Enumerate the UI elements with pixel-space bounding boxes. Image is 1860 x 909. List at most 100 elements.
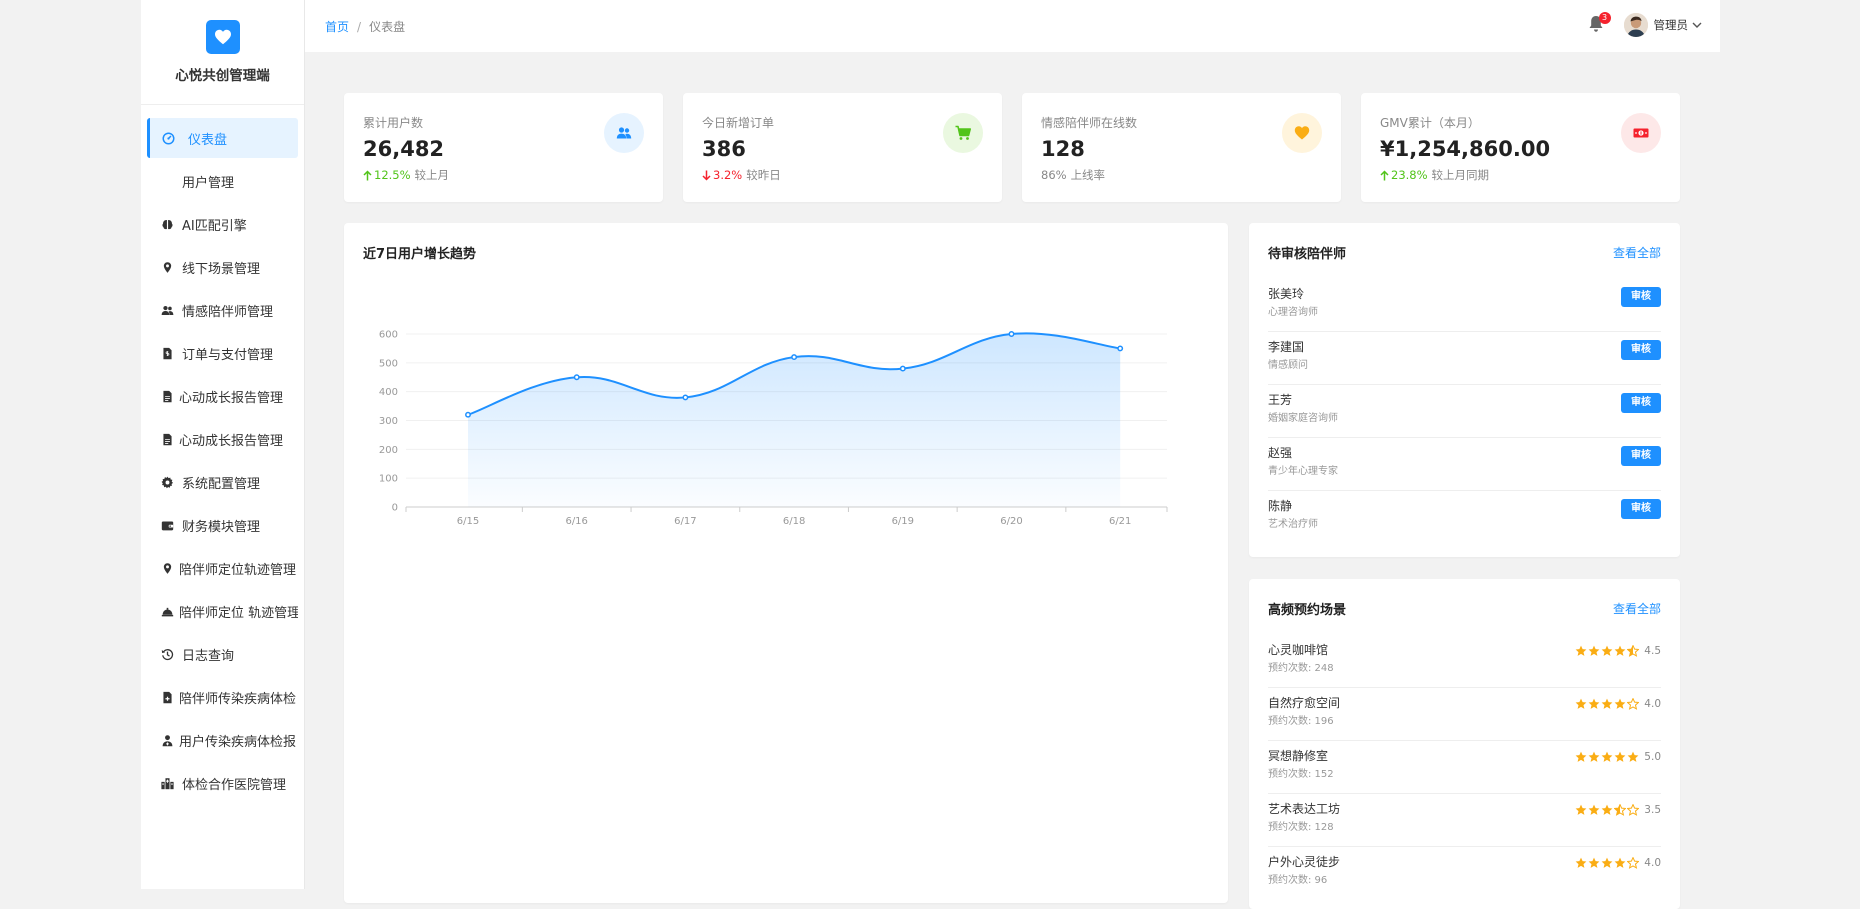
- star-icon: [1588, 857, 1600, 868]
- stat-card: 今日新增订单 386 3.2% 较昨日: [683, 93, 1002, 202]
- sidebar-item-13[interactable]: 日志查询: [147, 634, 298, 674]
- sidebar-item-label: 用户传染疾病体检报: [179, 734, 297, 750]
- sidebar-item-label: 仪表盘: [188, 132, 228, 148]
- pending-title: 待审核陪伴师: [1268, 247, 1347, 262]
- reviewer-role: 情感顾问: [1268, 360, 1308, 371]
- scene-count: 预约次数: 128: [1268, 822, 1334, 833]
- stat-trend: 12.5% 较上月: [363, 167, 449, 183]
- username[interactable]: 管理员: [1654, 17, 1689, 33]
- sidebar-item-15[interactable]: 用户传染疾病体检报: [147, 720, 298, 760]
- y-tick-label: 200: [379, 445, 398, 456]
- scene-count: 预约次数: 196: [1268, 716, 1334, 727]
- sidebar-item-4[interactable]: 线下场景管理: [147, 247, 298, 287]
- sidebar-item-11[interactable]: 陪伴师定位轨迹管理: [147, 548, 298, 588]
- review-button[interactable]: 审核: [1621, 446, 1661, 466]
- avatar[interactable]: [1623, 13, 1648, 37]
- sidebar-item-label: 日志查询: [182, 648, 235, 664]
- stat-card: 情感陪伴师在线数 128 86% 上线率: [1022, 93, 1341, 202]
- sidebar-item-label: 订单与支付管理: [182, 347, 274, 363]
- list-item: 赵强 青少年心理专家 审核: [1268, 438, 1661, 491]
- sidebar-item-8[interactable]: 心动成长报告管理: [147, 419, 298, 459]
- sidebar-item-label: 心动成长报告管理: [179, 390, 284, 406]
- breadcrumb-separator: /: [357, 20, 362, 34]
- sidebar-item-16[interactable]: 体检合作医院管理: [147, 763, 298, 803]
- sidebar-item-1[interactable]: 仪表盘: [147, 118, 298, 158]
- sidebar-item-12[interactable]: 陪伴师定位 轨迹管理: [147, 591, 298, 631]
- x-tick-label: 6/18: [783, 516, 805, 527]
- stat-delta: 86%: [1041, 168, 1067, 182]
- users-icon: [604, 113, 644, 153]
- sidebar-item-label: 陪伴师定位 轨迹管理: [179, 605, 298, 621]
- stat-note: 较昨日: [746, 168, 781, 182]
- data-point: [1117, 345, 1124, 352]
- sidebar-item-14[interactable]: 陪伴师传染疾病体检: [147, 677, 298, 717]
- star-icon: [1614, 645, 1626, 656]
- x-tick-label: 6/19: [892, 516, 914, 527]
- list-item: 心灵咖啡馆 预约次数: 248 4.5: [1268, 635, 1661, 688]
- user-doctor-icon: [159, 732, 175, 748]
- star-icon: [1601, 857, 1613, 868]
- breadcrumb-current: 仪表盘: [369, 20, 406, 34]
- star-icon: [1575, 804, 1587, 815]
- review-button[interactable]: 审核: [1621, 287, 1661, 307]
- bell-service-icon: [159, 603, 175, 619]
- sidebar-item-label: 系统配置管理: [182, 476, 261, 492]
- sidebar-item-label: AI匹配引擎: [182, 218, 247, 234]
- y-tick-label: 600: [379, 330, 398, 341]
- sidebar-item-10[interactable]: 财务模块管理: [147, 505, 298, 545]
- chevron-down-icon[interactable]: [1692, 21, 1702, 29]
- scenes-view-all-link[interactable]: 查看全部: [1613, 600, 1661, 617]
- sidebar-item-7[interactable]: 心动成长报告管理: [147, 376, 298, 416]
- y-tick-label: 400: [379, 387, 398, 398]
- user-area: 3 管理员: [1588, 12, 1703, 37]
- sidebar-item-label: 体检合作医院管理: [182, 777, 287, 793]
- star-icon: [1614, 857, 1626, 868]
- breadcrumb: 首页 / 仪表盘: [325, 18, 405, 35]
- stat-delta: 3.2%: [713, 168, 743, 182]
- y-tick-label: 500: [379, 358, 398, 369]
- reviewer-name: 王芳: [1268, 393, 1293, 407]
- review-button[interactable]: 审核: [1621, 393, 1661, 413]
- star-half-icon: [1627, 645, 1640, 657]
- y-tick-label: 300: [379, 416, 398, 427]
- reviewer-role: 青少年心理专家: [1268, 466, 1338, 477]
- file-icon: [159, 388, 175, 404]
- sidebar-item-2[interactable]: 用户管理: [147, 161, 298, 201]
- notification-badge: 3: [1598, 12, 1611, 24]
- medical-file-icon: [159, 689, 175, 705]
- list-item: 李建国 情感顾问 审核: [1268, 332, 1661, 385]
- stat-value: 386: [702, 137, 746, 161]
- sidebar-item-label: 财务模块管理: [182, 519, 261, 535]
- sidebar-item-6[interactable]: 订单与支付管理: [147, 333, 298, 373]
- sidebar-item-5[interactable]: 情感陪伴师管理: [147, 290, 298, 330]
- sidebar-item-9[interactable]: 系统配置管理: [147, 462, 298, 502]
- sidebar-item-label: 情感陪伴师管理: [182, 304, 274, 320]
- breadcrumb-home[interactable]: 首页: [325, 20, 349, 34]
- review-button[interactable]: 审核: [1621, 340, 1661, 360]
- star-icon: [1588, 751, 1600, 762]
- star-icon: [1588, 698, 1600, 709]
- notification-button[interactable]: 3: [1588, 12, 1611, 35]
- stat-note: 较上月同期: [1431, 168, 1490, 182]
- wallet-icon: [159, 517, 175, 533]
- history-icon: [159, 646, 175, 662]
- scene-count: 预约次数: 96: [1268, 875, 1328, 886]
- brand-name: 心悦共创管理端: [175, 68, 270, 84]
- star-icon: [1575, 751, 1587, 762]
- dashboard-icon: [160, 130, 176, 146]
- sidebar-item-3[interactable]: AI匹配引擎: [147, 204, 298, 244]
- x-tick-label: 6/17: [674, 516, 696, 527]
- list-item: 户外心灵徒步 预约次数: 96 4.0: [1268, 847, 1661, 900]
- pending-view-all-link[interactable]: 查看全部: [1613, 244, 1661, 261]
- money-icon: [1621, 113, 1661, 153]
- x-tick-label: 6/16: [565, 516, 587, 527]
- scene-name: 户外心灵徒步: [1268, 855, 1341, 869]
- rating-score: 5.0: [1644, 751, 1661, 763]
- review-button[interactable]: 审核: [1621, 499, 1661, 519]
- stat-card: GMV累计（本月） ¥1,254,860.00 23.8% 较上月同期: [1361, 93, 1680, 202]
- y-tick-label: 100: [379, 474, 398, 485]
- location-icon: [159, 560, 175, 576]
- star-icon: [1588, 804, 1600, 815]
- rating-score: 3.5: [1644, 804, 1661, 816]
- scene-name: 心灵咖啡馆: [1268, 643, 1329, 657]
